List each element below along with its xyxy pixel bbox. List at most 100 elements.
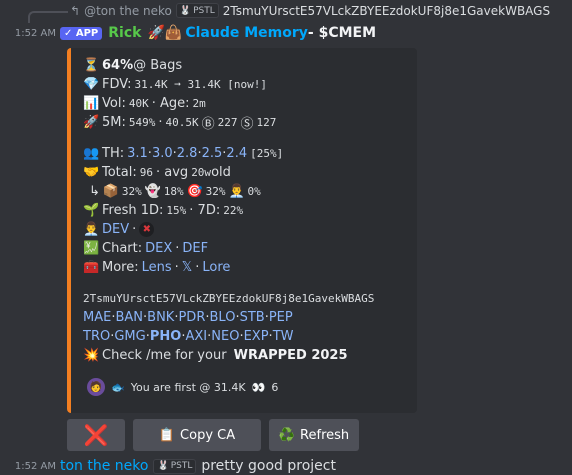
embed-footer: 🧑 🐟 You are first @ 31.4K 👀 6 (87, 378, 278, 396)
th-label: TH: (102, 146, 125, 161)
message-text: pretty good project (201, 458, 336, 474)
holder-link-2-5[interactable]: 2.5 (202, 146, 223, 161)
platform-link-blo[interactable]: BLO (210, 310, 236, 325)
vol-line: 📊 Vol: 40K · Age: 2m (83, 94, 417, 113)
chart-line: 💹 Chart: DEX · DEF (83, 239, 417, 258)
box-pct: 32% (121, 185, 142, 198)
platform-link-pep[interactable]: PEP (269, 310, 293, 325)
refresh-button[interactable]: ♻️ Refresh (269, 419, 359, 451)
bags-line: ⏳ 64% @ Bags (83, 56, 417, 75)
reply-username[interactable]: @ton the neko (84, 4, 172, 18)
five-min-pct: 549% (128, 116, 156, 129)
footer-text: You are first @ 31.4K (130, 380, 246, 394)
th-links: 3.1 · 3.0 · 2.8 · 2.5 · 2.4 (127, 146, 247, 161)
fdv-line: 💎 FDV: 31.4K ➞ 31.4K [now!] (83, 75, 417, 94)
buy-icon: Ⓑ (201, 117, 215, 132)
sell-count: 127 (256, 116, 277, 129)
dev-pct: 0% (247, 185, 261, 198)
platform-link-neo[interactable]: NEO (211, 329, 239, 344)
copy-ca-button[interactable]: 📋 Copy CA (133, 419, 261, 451)
platform-link-exp[interactable]: EXP (244, 329, 269, 344)
author-name[interactable]: ton the neko (60, 458, 148, 474)
holder-link-3-0[interactable]: 3.0 (152, 146, 173, 161)
bags-label: @ Bags (133, 58, 183, 73)
dex-link[interactable]: DEX (145, 241, 172, 256)
reply-connector (28, 11, 68, 23)
sparkle-icon: 💥 (83, 347, 100, 363)
top-holders-line: 👥 TH: 3.1 · 3.0 · 2.8 · 2.5 · 2.4 [25%] (83, 144, 417, 163)
message-timestamp: 1:52 AM (14, 460, 56, 472)
contract-address[interactable]: 2TsmuYUrsctE57VLckZBYEEzdokUF8j8e1GavekW… (83, 292, 374, 305)
breakdown-line: ↳ 📦 32% 👻 18% 🎯 32% 👨‍💼 0% (83, 182, 417, 201)
x-link[interactable]: 𝕏 (182, 260, 192, 275)
chart-label: Chart: (102, 241, 143, 256)
platform-link-ban[interactable]: BAN (115, 310, 143, 325)
total-line: 🤝 Total: 96 · avg 20w old (83, 163, 417, 182)
people-icon: 👥 (83, 145, 100, 161)
ghost-icon: 👻 (144, 183, 161, 199)
fish-icon: 🐟 (111, 380, 125, 394)
more-line: 🧰 More: Lens · 𝕏 · Lore (83, 258, 417, 277)
def-link[interactable]: DEF (182, 241, 208, 256)
dev-link[interactable]: DEV (102, 222, 129, 237)
platform-link-gmg[interactable]: GMG (114, 329, 145, 344)
sell-icon: Ⓢ (240, 117, 254, 132)
title-link[interactable]: Claude Memory (185, 25, 308, 41)
platform-link-bnk[interactable]: BNK (147, 310, 174, 325)
platform-link-stb[interactable]: STB (240, 310, 265, 325)
eyes-icon: 👀 (251, 380, 266, 394)
message-timestamp: 1:52 AM (14, 27, 56, 39)
author-name[interactable]: Rick (108, 25, 141, 41)
hourglass-icon: ⏳ (83, 57, 100, 73)
dev-status-icon: ✖ (139, 222, 155, 237)
platform-link-mae[interactable]: MAE (83, 310, 111, 325)
reply-message[interactable]: 2TsmuYUrsctE57VLckZBYEEzdokUF8j8e1GavekW… (223, 4, 550, 18)
refresh-label: Refresh (300, 427, 350, 443)
total-count: 96 (139, 166, 153, 179)
old-label: old (211, 165, 231, 180)
seedling-icon: 🌱 (83, 202, 100, 218)
target-pct: 32% (205, 185, 226, 198)
total-label: Total: (102, 165, 137, 180)
holder-link-3-1[interactable]: 3.1 (127, 146, 148, 161)
platform-link-axi[interactable]: AXI (185, 329, 207, 344)
separator: · (195, 260, 200, 275)
platform-links-row-1: MAE · BAN · BNK · PDR · BLO · STB · PEP (83, 308, 417, 327)
holder-link-2-8[interactable]: 2.8 (177, 146, 198, 161)
message-header: 1:52 AM ✓ APP Rick 🚀👜 Claude Memory - $C… (0, 23, 376, 43)
platform-link-pho[interactable]: PHO (150, 329, 181, 344)
action-buttons: ❌ 📋 Copy CA ♻️ Refresh (67, 419, 359, 451)
lore-link[interactable]: Lore (202, 260, 230, 275)
platform-link-tw[interactable]: TW (273, 329, 294, 344)
platform-link-pdr[interactable]: PDR (178, 310, 205, 325)
wrapped-text: Check /me for your (102, 348, 231, 363)
five-min-value: 40.5K (165, 116, 199, 129)
next-message: 1:52 AM ton the neko 🐰 PSTL pretty good p… (0, 457, 336, 475)
holder-link-2-4[interactable]: 2.4 (226, 146, 247, 161)
clipboard-icon: 📋 (158, 427, 176, 443)
separator: · (175, 241, 180, 256)
reply-arrow-icon: ↰ (70, 3, 81, 18)
reply-preview[interactable]: ↰ @ton the neko 🐰 PSTL 2TsmuYUrsctE57VLck… (70, 3, 550, 18)
server-tag: 🐰 PSTL (175, 3, 219, 18)
five-min-label: 5M: (102, 115, 126, 130)
lens-link[interactable]: Lens (142, 260, 172, 275)
footer-avatar: 🧑 (87, 378, 105, 396)
separator: · (158, 115, 163, 130)
recycle-icon: ♻️ (278, 427, 296, 443)
dismiss-button[interactable]: ❌ (67, 419, 125, 451)
age-label: · Age: (151, 96, 190, 111)
fdv-value: 31.4K ➞ 31.4K [now!] (134, 78, 267, 91)
rocket-icon: 🚀 (83, 114, 100, 130)
platform-link-tro[interactable]: TRO (83, 329, 110, 344)
diamond-icon: 💎 (83, 76, 100, 92)
developer-icon: 👨‍💼 (83, 221, 100, 237)
vol-label: Vol: (102, 96, 126, 111)
dev-person-icon: 👨‍💼 (228, 183, 245, 199)
handshake-icon: 🤝 (83, 164, 100, 180)
bags-percent: 64% (102, 58, 134, 73)
fresh-label: Fresh 1D: (102, 203, 164, 218)
close-icon: ❌ (83, 423, 109, 447)
token-embed: ⏳ 64% @ Bags 💎 FDV: 31.4K ➞ 31.4K [now!]… (67, 48, 417, 413)
separator: · (174, 260, 179, 275)
